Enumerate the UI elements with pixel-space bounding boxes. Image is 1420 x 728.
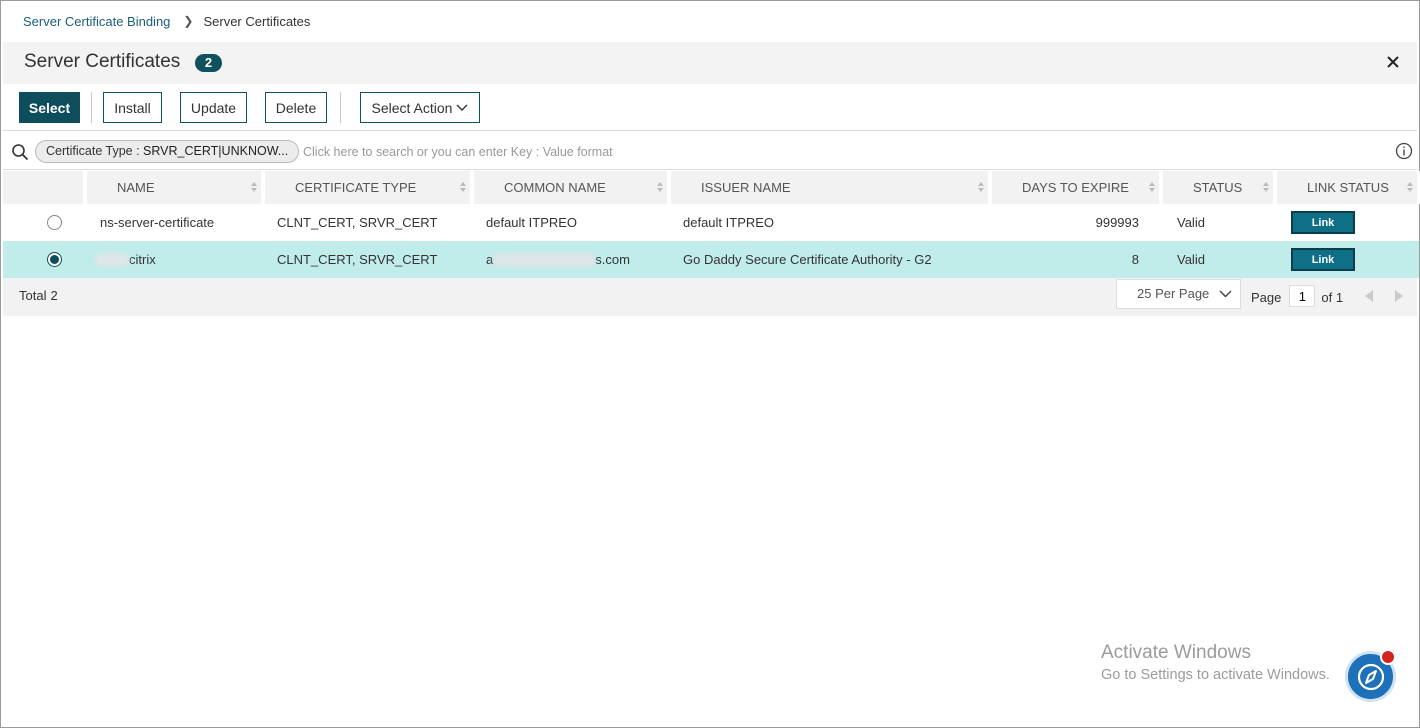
sort-icon	[1407, 182, 1413, 192]
cell-certificate-type: CLNT_CERT, SRVR_CERT	[277, 215, 438, 230]
next-page-icon[interactable]	[1394, 290, 1404, 302]
column-header-certificate-type[interactable]: CERTIFICATE TYPE	[263, 171, 474, 204]
sort-icon	[1263, 182, 1269, 192]
breadcrumb-link-server-certificate-binding[interactable]: Server Certificate Binding	[23, 14, 170, 29]
panel-header: Server Certificates 2	[3, 42, 1417, 84]
breadcrumb-current: Server Certificates	[203, 13, 311, 29]
toolbar-divider	[340, 92, 341, 123]
table-header-row: NAME CERTIFICATE TYPE COMMON NAME ISSUER…	[3, 171, 1420, 204]
activate-windows-watermark: Activate Windows Go to Settings to activ…	[1101, 642, 1330, 683]
sort-icon	[657, 182, 663, 192]
link-button[interactable]: Link	[1291, 211, 1355, 234]
cell-name: ns-server-certificate	[100, 215, 215, 230]
guide-fab-button[interactable]	[1345, 649, 1396, 702]
cell-status: Valid	[1161, 241, 1275, 278]
page-title: Server Certificates	[24, 51, 181, 72]
column-header-name[interactable]: NAME	[85, 171, 265, 204]
table-row[interactable]: ns-server-certificate CLNT_CERT, SRVR_CE…	[3, 204, 1419, 241]
certificates-table: NAME CERTIFICATE TYPE COMMON NAME ISSUER…	[3, 171, 1420, 278]
cell-common-name-prefix: a	[486, 251, 494, 267]
column-header-select	[3, 171, 87, 204]
install-button[interactable]: Install	[103, 92, 162, 123]
update-button[interactable]: Update	[180, 92, 247, 123]
page-of-label: of 1	[1321, 290, 1344, 305]
row-radio[interactable]	[47, 215, 62, 230]
notification-dot	[1380, 649, 1396, 665]
page-number-input[interactable]	[1289, 285, 1316, 307]
table-footer: Total2 25 Per Page Page of 1	[3, 278, 1417, 316]
sort-icon	[251, 182, 257, 192]
column-header-days-to-expire[interactable]: DAYS TO EXPIRE	[990, 171, 1163, 204]
redacted-text	[493, 253, 596, 268]
sort-icon	[460, 182, 466, 192]
column-header-issuer-name[interactable]: ISSUER NAME	[669, 171, 992, 204]
page-label: Page	[1251, 290, 1282, 305]
row-select-cell	[3, 204, 85, 241]
select-button[interactable]: Select	[19, 92, 80, 123]
info-icon[interactable]	[1395, 142, 1413, 160]
filter-chip[interactable]: Certificate Type : SRVR_CERT|UNKNOW...	[35, 140, 300, 163]
row-radio-selected[interactable]	[47, 252, 62, 267]
filter-chip-key: Certificate Type :	[46, 144, 144, 158]
cell-days-to-expire: 8	[990, 241, 1161, 278]
close-icon[interactable]	[1385, 54, 1401, 70]
column-header-common-name[interactable]: COMMON NAME	[472, 171, 671, 204]
watermark-subtitle: Go to Settings to activate Windows.	[1101, 667, 1330, 683]
select-action-dropdown[interactable]: Select Action	[360, 92, 480, 123]
delete-button[interactable]: Delete	[265, 92, 327, 123]
chevron-down-icon	[1219, 290, 1232, 298]
cell-common-name-suffix: s.com	[595, 251, 630, 267]
cell-status: Valid	[1177, 215, 1205, 230]
cell-name-text: citrix	[129, 251, 156, 267]
cell-link-status: Link	[1275, 204, 1419, 241]
cell-common-name: a s.com	[472, 241, 669, 278]
breadcrumb-chevron-icon: ❯	[183, 14, 194, 28]
toolbar: Select Install Update Delete Select Acti…	[3, 85, 1417, 131]
cell-link-status: Link	[1275, 241, 1419, 278]
count-badge: 2	[195, 54, 222, 72]
column-header-status[interactable]: STATUS	[1161, 171, 1277, 204]
pagination: Page of 1	[1251, 285, 1344, 307]
breadcrumb: Server Certificate Binding ❯ Server Cert…	[23, 11, 310, 31]
cell-issuer-name: Go Daddy Secure Certificate Authority - …	[669, 241, 990, 278]
cell-name: citrix	[85, 241, 263, 278]
search-input[interactable]	[303, 141, 1003, 162]
per-page-select[interactable]: 25 Per Page	[1116, 279, 1241, 309]
chevron-down-icon	[456, 104, 468, 111]
cell-certificate-type: CLNT_CERT, SRVR_CERT	[263, 241, 472, 278]
sort-icon	[1149, 182, 1155, 192]
toolbar-divider	[91, 92, 92, 123]
compass-icon	[1357, 663, 1384, 690]
cell-days-to-expire: 999993	[1095, 215, 1139, 230]
row-select-cell	[3, 241, 85, 278]
total-value: 2	[50, 288, 58, 303]
watermark-title: Activate Windows	[1101, 642, 1251, 663]
total-label: Total	[19, 288, 47, 303]
filter-chip-value: SRVR_CERT|UNKNOW...	[143, 144, 289, 158]
select-action-label: Select Action	[371, 99, 453, 116]
redacted-text	[95, 253, 129, 268]
table-row[interactable]: citrix CLNT_CERT, SRVR_CERT a s.com Go Da…	[3, 241, 1419, 278]
column-header-link-status[interactable]: LINK STATUS	[1275, 171, 1420, 204]
total-count: Total 2	[19, 288, 58, 303]
previous-page-icon[interactable]	[1364, 290, 1374, 302]
link-button[interactable]: Link	[1291, 248, 1355, 271]
cell-common-name: default ITPREO	[486, 215, 578, 230]
sort-icon	[978, 182, 984, 192]
cell-issuer-name: default ITPREO	[683, 215, 775, 230]
per-page-label: 25 Per Page	[1137, 286, 1210, 301]
search-icon[interactable]	[11, 143, 29, 161]
search-bar: Certificate Type : SRVR_CERT|UNKNOW...	[3, 132, 1417, 170]
